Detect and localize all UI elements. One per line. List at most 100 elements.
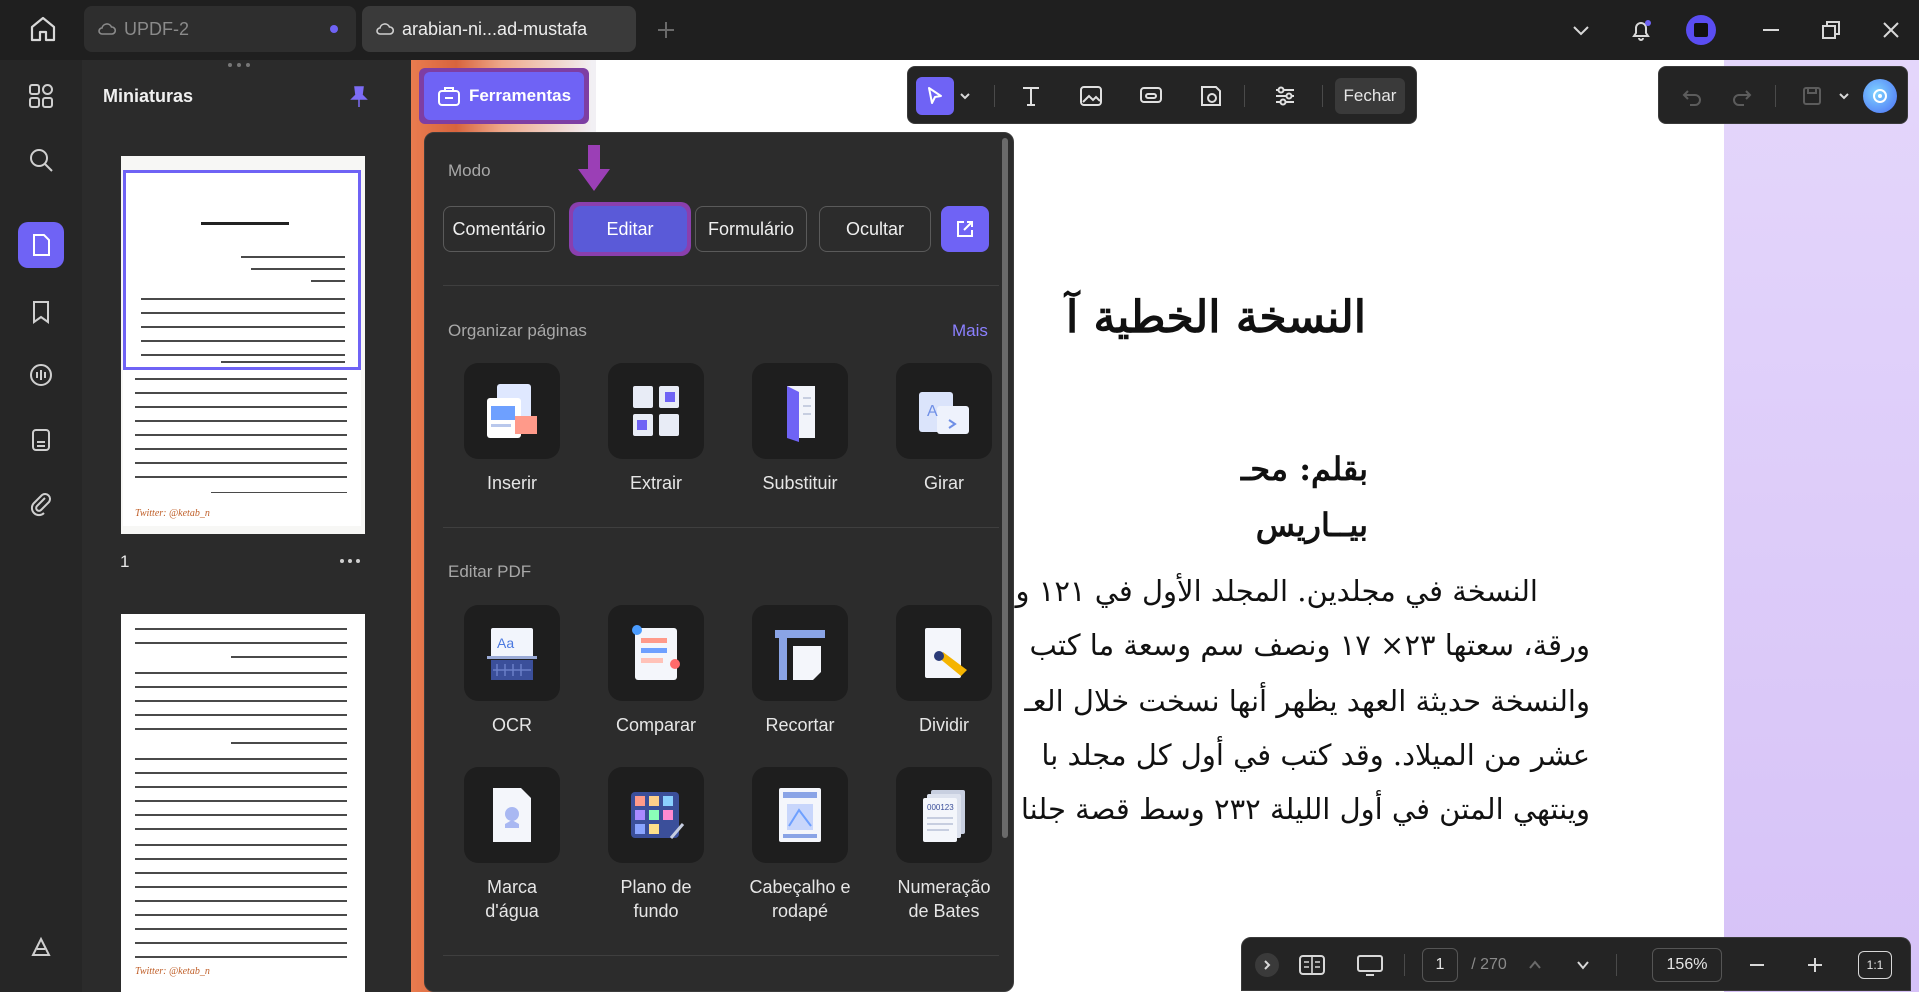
left-rail	[0, 60, 82, 992]
tab-document[interactable]: arabian-ni...ad-mustafa	[362, 6, 636, 52]
mode-hide-button[interactable]: Ocultar	[819, 206, 931, 252]
cloud-icon	[376, 22, 394, 36]
close-window-icon[interactable]	[1875, 14, 1907, 46]
watermark-icon	[464, 767, 560, 863]
tool-ocr[interactable]: Aa OCR	[442, 605, 582, 737]
toolbar-separator	[1404, 954, 1405, 976]
properties-sliders-icon[interactable]	[1266, 77, 1304, 115]
document-title: النسخة الخطية آ	[1065, 292, 1366, 343]
document-paragraph-line: ورقة، سعتها ٢٣× ١٧ ونصف سم وسعة ما كتب	[1029, 628, 1591, 662]
tool-bates-numbering[interactable]: 000123 Numeração de Bates	[874, 767, 1013, 923]
page-thumbnail-1[interactable]: Twitter: @ketab_n	[121, 156, 365, 534]
mode-form-button[interactable]: Formulário	[695, 206, 807, 252]
account-avatar[interactable]	[1685, 14, 1717, 46]
background-icon	[608, 767, 704, 863]
document-line: بقلم: محـ	[1240, 450, 1368, 488]
document-paragraph-line: وينتهي المتن في أول الليلة ٢٣٢ وسط قصة ج…	[1020, 792, 1590, 826]
current-page-input[interactable]: 1	[1422, 948, 1458, 982]
add-text-icon[interactable]	[1012, 77, 1050, 115]
open-external-button[interactable]	[941, 206, 989, 252]
chevron-down-icon[interactable]	[958, 89, 972, 103]
section-divider	[443, 285, 999, 286]
zoom-out-icon[interactable]	[1742, 946, 1772, 984]
undo-icon[interactable]	[1673, 77, 1711, 115]
thumbnail-signature: Twitter: @ketab_n	[135, 966, 210, 977]
compare-icon	[608, 605, 704, 701]
tools-button[interactable]: Ferramentas	[424, 72, 584, 120]
tool-label: Recortar	[765, 715, 835, 735]
tool-split[interactable]: Dividir	[874, 605, 1013, 737]
pin-icon[interactable]	[346, 84, 372, 110]
document-paragraph-line: عشر من الميلاد. وقد كتب في أول كل مجلد ب…	[1041, 738, 1590, 772]
new-tab-plus-icon[interactable]	[654, 18, 678, 42]
add-image-icon[interactable]	[1072, 77, 1110, 115]
mode-edit-button[interactable]: Editar	[573, 206, 687, 252]
more-link[interactable]: Mais	[952, 321, 988, 341]
rotate-icon: A	[896, 363, 992, 459]
tool-background[interactable]: Plano de fundo	[586, 767, 726, 923]
title-bar: UPDF-2 arabian-ni...ad-mustafa	[0, 0, 1919, 60]
edit-pdf-section-label: Editar PDF	[448, 562, 532, 581]
tool-compare[interactable]: Comparar	[586, 605, 726, 737]
toolbar-separator	[994, 85, 995, 107]
collapse-arrow-button[interactable]	[1252, 946, 1282, 984]
extract-icon	[608, 363, 704, 459]
zoom-level-field[interactable]: 156%	[1652, 948, 1722, 982]
actual-size-button[interactable]: 1:1	[1858, 951, 1892, 979]
split-icon	[896, 605, 992, 701]
attachment-icon[interactable]	[21, 484, 61, 524]
ai-assistant-icon[interactable]	[1863, 79, 1897, 113]
search-icon[interactable]	[21, 140, 61, 180]
edit-toolbar: Fechar	[907, 66, 1417, 124]
zoom-in-icon[interactable]	[1800, 946, 1830, 984]
tool-watermark[interactable]: Marca d'água	[442, 767, 582, 923]
presentation-icon[interactable]	[1350, 946, 1390, 984]
panel-grip-icon[interactable]	[228, 63, 254, 69]
tool-extract[interactable]: Extrair	[586, 363, 726, 495]
pages-icon[interactable]	[18, 222, 64, 268]
tool-replace[interactable]: Substituir	[730, 363, 870, 495]
previous-page-icon[interactable]	[1520, 946, 1550, 984]
section-divider	[443, 527, 999, 528]
save-icon[interactable]	[1793, 77, 1831, 115]
minimize-icon[interactable]	[1755, 14, 1787, 46]
svg-text:000123: 000123	[927, 803, 954, 812]
tools-button-label: Ferramentas	[468, 86, 572, 105]
svg-text:A: A	[927, 403, 938, 420]
more-options-icon[interactable]	[340, 556, 364, 566]
add-link-icon[interactable]	[1132, 77, 1170, 115]
comments-icon[interactable]	[21, 356, 61, 396]
thumbnail-signature: Twitter: @ketab_n	[135, 508, 210, 519]
home-icon[interactable]	[26, 12, 60, 46]
mode-comment-button[interactable]: Comentário	[443, 206, 555, 252]
reading-mode-icon[interactable]	[1292, 946, 1332, 984]
toolbar-separator	[1775, 85, 1776, 107]
tool-label: Comparar	[615, 715, 697, 735]
bookmark-icon[interactable]	[21, 292, 61, 332]
tool-label: Numeração de Bates	[897, 877, 991, 921]
stamp-icon[interactable]	[1192, 77, 1230, 115]
tool-header-footer[interactable]: Cabeçalho e rodapé	[730, 767, 870, 923]
layers-icon[interactable]	[21, 928, 61, 968]
popup-scrollbar[interactable]	[1002, 138, 1008, 838]
chevron-down-icon[interactable]	[1837, 89, 1851, 103]
page-thumbnail-2[interactable]: Twitter: @ketab_n	[121, 614, 365, 992]
header-footer-icon	[752, 767, 848, 863]
toolbar-separator	[1616, 954, 1617, 976]
redo-icon[interactable]	[1723, 77, 1761, 115]
select-cursor-icon[interactable]	[916, 77, 954, 115]
chevron-down-icon[interactable]	[1565, 14, 1597, 46]
restore-icon[interactable]	[1815, 14, 1847, 46]
notification-bell-icon[interactable]	[1625, 14, 1657, 46]
tool-label: Plano de fundo	[620, 877, 692, 921]
apps-grid-icon[interactable]	[21, 76, 61, 116]
tab-updf-2[interactable]: UPDF-2	[84, 6, 356, 52]
page-number-label: 1	[120, 552, 130, 571]
tool-insert[interactable]: Inserir	[442, 363, 582, 495]
insert-icon	[464, 363, 560, 459]
close-edit-button[interactable]: Fechar	[1335, 78, 1405, 114]
next-page-icon[interactable]	[1568, 946, 1598, 984]
tool-crop[interactable]: Recortar	[730, 605, 870, 737]
stack-icon[interactable]	[21, 420, 61, 460]
tool-rotate[interactable]: A Girar	[874, 363, 1013, 495]
